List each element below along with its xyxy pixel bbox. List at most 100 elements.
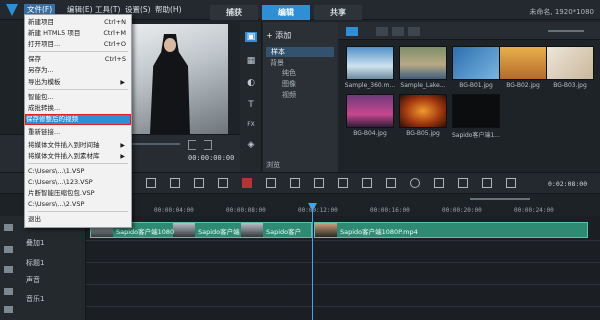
preview-timecode[interactable]: 00:00:00:00 <box>188 154 234 162</box>
browse-button[interactable]: 浏览 <box>266 160 280 170</box>
motion-tracking-icon[interactable] <box>218 178 228 188</box>
timeline-duration: 0:02:08:00 <box>548 180 588 188</box>
graphic-icon[interactable]: ◈ <box>245 140 257 150</box>
menu-item-recent-file[interactable]: C:\Users\...\123.VSP <box>28 178 128 187</box>
menu-shortcut: Ctrl+M <box>103 29 126 37</box>
library-thumbnail[interactable] <box>452 46 500 80</box>
playhead[interactable] <box>312 206 313 320</box>
video-filter-icon[interactable] <box>376 27 388 36</box>
thumbnail-label: BG-B04.jpg <box>353 130 387 137</box>
clip-label: Sapido客户 <box>266 228 302 236</box>
tab-edit[interactable]: 编辑 <box>262 5 310 20</box>
mark-out-button[interactable] <box>204 140 212 150</box>
library-thumbnail[interactable] <box>399 94 447 128</box>
menu-help[interactable]: 帮助(H) <box>152 4 185 16</box>
filter-icon[interactable]: ◐ <box>245 78 257 88</box>
auto-music-icon[interactable] <box>290 178 300 188</box>
clip-thumbnail <box>315 223 337 237</box>
menu-item-insert-to-timeline[interactable]: 将媒体文件插入到时间轴 ▶ <box>28 141 128 150</box>
menu-item-label: C:\Users\...\2.VSP <box>28 200 85 208</box>
menu-item-recent-file[interactable]: 片断智能压缩包包.VSP <box>28 189 128 198</box>
overlay-track-icon[interactable] <box>4 246 13 253</box>
media-icon[interactable]: ▣ <box>245 32 257 42</box>
folder-samples[interactable]: 样本 <box>266 47 334 57</box>
audio-filter-icon[interactable] <box>408 27 420 36</box>
menu-item-new-project[interactable]: 新建项目 Ctrl+N <box>28 18 128 27</box>
track-divider <box>86 284 600 285</box>
menu-item-recent-file[interactable]: C:\Users\...\1.VSP <box>28 167 128 176</box>
time-remap-icon[interactable] <box>410 178 420 188</box>
menu-item-label: C:\Users\...\123.VSP <box>28 178 93 186</box>
undo-icon[interactable] <box>458 178 468 188</box>
menu-item-save-trimmed-video[interactable]: 保存修整后的视频 <box>25 114 131 125</box>
add-folder-button[interactable]: + 添加 <box>266 30 291 41</box>
thumbnail-label: BG-B01.jpg <box>459 82 493 89</box>
record-capture-icon[interactable] <box>242 178 252 188</box>
library-thumbnail[interactable] <box>546 46 594 80</box>
thumbnail-label: BG-B03.jpg <box>553 82 587 89</box>
track-divider <box>86 262 600 263</box>
folder-icon[interactable] <box>346 27 358 36</box>
menu-item-export-template[interactable]: 导出为模板 ▶ <box>28 78 128 87</box>
library-thumbnail[interactable] <box>346 46 394 80</box>
folder-image[interactable]: 图像 <box>282 79 296 89</box>
menu-item-smart-package[interactable]: 智能包... <box>28 93 128 102</box>
menu-item-label: 新建 HTML5 项目 <box>28 29 81 37</box>
image-filter-icon[interactable] <box>392 27 404 36</box>
ruler-tick: 00:00:24:00 <box>514 207 554 214</box>
menu-item-recent-file[interactable]: C:\Users\...\2.VSP <box>28 200 128 209</box>
menu-item-batch-convert[interactable]: 成批转换... <box>28 104 128 113</box>
menu-item-insert-to-library[interactable]: 将媒体文件插入到素材库 ▶ <box>28 152 128 161</box>
tab-share[interactable]: 共享 <box>314 5 362 20</box>
track-manager-icon[interactable] <box>194 178 204 188</box>
scrub-bar[interactable] <box>130 143 180 145</box>
transition-icon[interactable]: ▦ <box>245 56 257 66</box>
menu-shortcut: Ctrl+S <box>104 55 126 63</box>
multi-camera-icon[interactable] <box>338 178 348 188</box>
mask-creator-icon[interactable] <box>386 178 396 188</box>
track-name-music: 音乐1 <box>26 295 45 303</box>
menu-item-label: 保存修整后的视频 <box>26 115 78 123</box>
library-thumbnail[interactable] <box>399 46 447 80</box>
thumbnail-label: Sapido客户端1... <box>452 132 500 139</box>
folder-color[interactable]: 纯色 <box>282 68 296 78</box>
folder-video[interactable]: 视频 <box>282 90 296 100</box>
fx-icon[interactable]: FX <box>245 120 257 130</box>
menu-item-label: 将媒体文件插入到时间轴 <box>28 141 100 149</box>
menu-item-open-project[interactable]: 打开项目... Ctrl+O <box>28 40 128 49</box>
menu-item-save[interactable]: 保存 Ctrl+S <box>28 55 128 64</box>
title-track-icon[interactable] <box>4 266 13 273</box>
library-thumbnail[interactable] <box>346 94 394 128</box>
plus-icon: + <box>266 31 276 40</box>
menu-item-label: 退出 <box>28 215 41 223</box>
fit-project-icon[interactable] <box>170 178 180 188</box>
mixer-icon[interactable] <box>266 178 276 188</box>
library-thumbnail[interactable] <box>452 94 500 128</box>
voice-track-icon[interactable] <box>4 288 13 295</box>
title-icon[interactable]: T <box>245 100 257 110</box>
video-track-icon[interactable] <box>4 224 13 231</box>
menu-separator <box>28 211 128 212</box>
menu-separator <box>28 51 128 52</box>
music-track-icon[interactable] <box>4 306 13 313</box>
redo-icon[interactable] <box>482 178 492 188</box>
split-screen-icon[interactable] <box>362 178 372 188</box>
tab-capture[interactable]: 捕获 <box>210 5 258 20</box>
text-icon[interactable] <box>434 178 444 188</box>
storyboard-view-icon[interactable] <box>146 178 156 188</box>
subtitle-icon[interactable] <box>314 178 324 188</box>
menu-item-new-html5[interactable]: 新建 HTML5 项目 Ctrl+M <box>28 29 128 38</box>
menu-item-save-as[interactable]: 另存为... <box>28 66 128 75</box>
thumbnail-size-slider[interactable] <box>548 30 584 32</box>
menu-item-label: 打开项目... <box>28 40 61 48</box>
mark-in-button[interactable] <box>188 140 196 150</box>
folder-backgrounds[interactable]: 背景 <box>270 58 284 68</box>
timeline-zoom-slider[interactable] <box>470 198 530 200</box>
settings-icon[interactable] <box>506 178 516 188</box>
menu-item-relink[interactable]: 重新链接... <box>28 128 128 137</box>
track-divider <box>86 306 600 307</box>
menu-separator <box>28 163 128 164</box>
library-thumbnail[interactable] <box>499 46 547 80</box>
menu-item-exit[interactable]: 退出 <box>28 215 128 224</box>
preview-face <box>164 38 176 52</box>
